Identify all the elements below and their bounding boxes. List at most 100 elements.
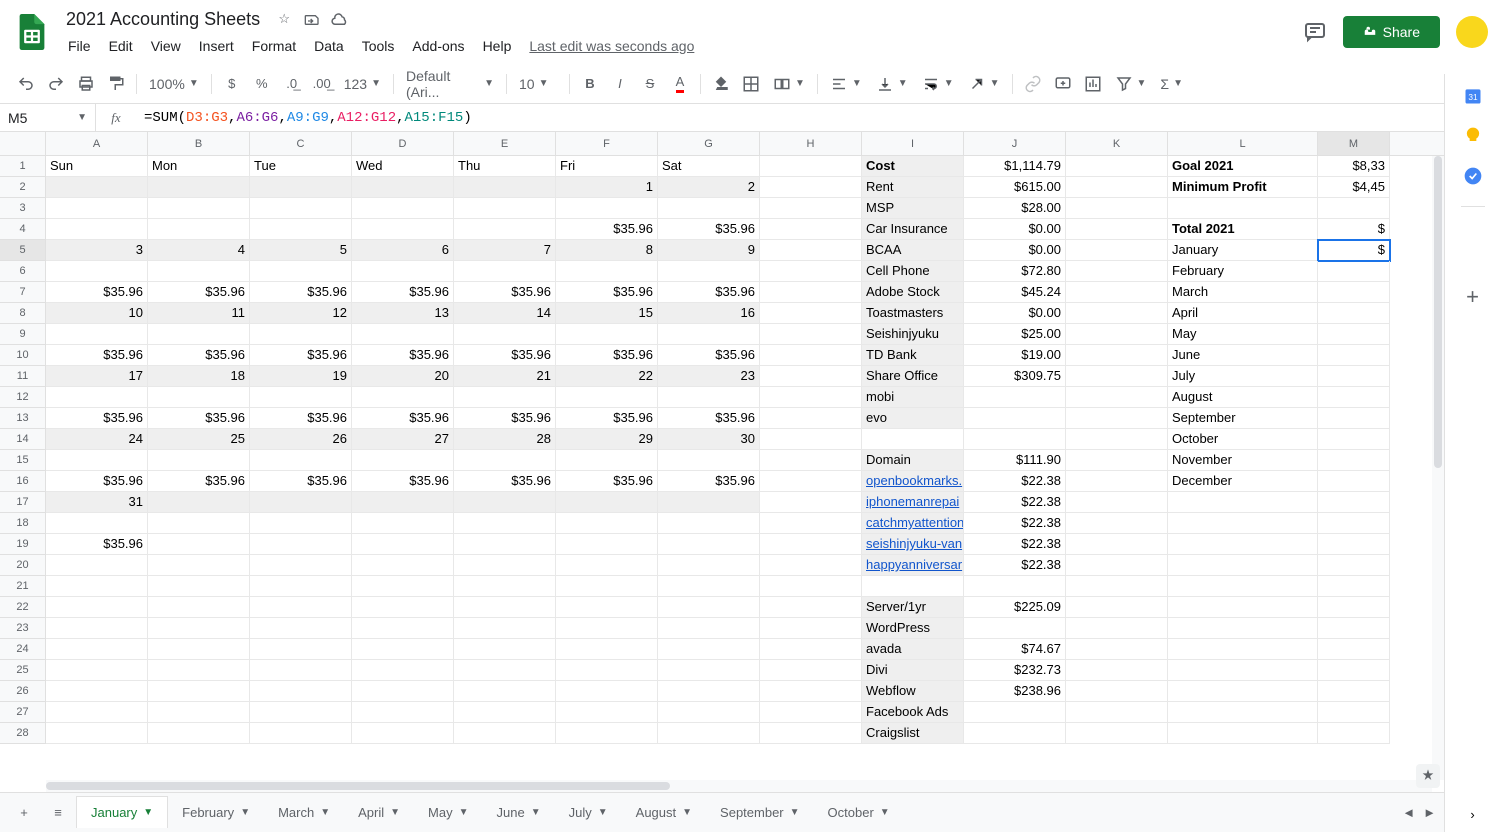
cell-G5[interactable]: 9 xyxy=(658,240,760,261)
cell-I15[interactable]: Domain xyxy=(862,450,964,471)
horizontal-scrollbar[interactable] xyxy=(46,780,1432,792)
italic-button[interactable]: I xyxy=(606,70,634,98)
cell-D2[interactable] xyxy=(352,177,454,198)
cell-I3[interactable]: MSP xyxy=(862,198,964,219)
cell-F1[interactable]: Fri xyxy=(556,156,658,177)
cell-I9[interactable]: Seishinjyuku xyxy=(862,324,964,345)
text-color-button[interactable]: A xyxy=(666,70,694,98)
col-header-G[interactable]: G xyxy=(658,132,760,155)
zoom-dropdown[interactable]: 100%▼ xyxy=(143,72,205,96)
cell-C2[interactable] xyxy=(250,177,352,198)
cell-D10[interactable]: $35.96 xyxy=(352,345,454,366)
cell-G8[interactable]: 16 xyxy=(658,303,760,324)
print-button[interactable] xyxy=(72,70,100,98)
cell-H4[interactable] xyxy=(760,219,862,240)
comments-icon[interactable] xyxy=(1303,20,1327,44)
sheet-tab-february[interactable]: February▼ xyxy=(168,797,264,828)
cell-D22[interactable] xyxy=(352,597,454,618)
cell-M3[interactable] xyxy=(1318,198,1390,219)
cell-J16[interactable]: $22.38 xyxy=(964,471,1066,492)
cell-A8[interactable]: 10 xyxy=(46,303,148,324)
cell-M11[interactable] xyxy=(1318,366,1390,387)
cell-G11[interactable]: 23 xyxy=(658,366,760,387)
cell-I27[interactable]: Facebook Ads xyxy=(862,702,964,723)
cell-B25[interactable] xyxy=(148,660,250,681)
cell-M14[interactable] xyxy=(1318,429,1390,450)
cell-B14[interactable]: 25 xyxy=(148,429,250,450)
cell-C1[interactable]: Tue xyxy=(250,156,352,177)
cell-M28[interactable] xyxy=(1318,723,1390,744)
cell-F21[interactable] xyxy=(556,576,658,597)
row-header-26[interactable]: 26 xyxy=(0,681,46,702)
row-header-17[interactable]: 17 xyxy=(0,492,46,513)
cell-F17[interactable] xyxy=(556,492,658,513)
cell-H25[interactable] xyxy=(760,660,862,681)
cell-I20[interactable]: happyanniversar xyxy=(862,555,964,576)
menu-data[interactable]: Data xyxy=(306,34,352,58)
cell-H26[interactable] xyxy=(760,681,862,702)
cell-M6[interactable] xyxy=(1318,261,1390,282)
cell-J24[interactable]: $74.67 xyxy=(964,639,1066,660)
cell-F2[interactable]: 1 xyxy=(556,177,658,198)
cell-L16[interactable]: December xyxy=(1168,471,1318,492)
cell-E24[interactable] xyxy=(454,639,556,660)
cell-I2[interactable]: Rent xyxy=(862,177,964,198)
cell-A1[interactable]: Sun xyxy=(46,156,148,177)
cell-G21[interactable] xyxy=(658,576,760,597)
cell-J6[interactable]: $72.80 xyxy=(964,261,1066,282)
cell-C26[interactable] xyxy=(250,681,352,702)
wrap-dropdown[interactable]: ▼ xyxy=(916,71,960,97)
cell-B13[interactable]: $35.96 xyxy=(148,408,250,429)
sheet-tab-april[interactable]: April▼ xyxy=(344,797,414,828)
cell-B2[interactable] xyxy=(148,177,250,198)
star-icon[interactable]: ☆ xyxy=(274,9,294,29)
font-size-dropdown[interactable]: 10▼ xyxy=(513,72,563,96)
cell-G13[interactable]: $35.96 xyxy=(658,408,760,429)
row-header-16[interactable]: 16 xyxy=(0,471,46,492)
cell-E9[interactable] xyxy=(454,324,556,345)
tasks-icon[interactable] xyxy=(1463,166,1483,186)
doc-title[interactable]: 2021 Accounting Sheets xyxy=(60,7,266,32)
cell-L13[interactable]: September xyxy=(1168,408,1318,429)
menu-insert[interactable]: Insert xyxy=(191,34,242,58)
sheet-tab-june[interactable]: June▼ xyxy=(483,797,555,828)
cell-K10[interactable] xyxy=(1066,345,1168,366)
cell-B27[interactable] xyxy=(148,702,250,723)
cell-G22[interactable] xyxy=(658,597,760,618)
cell-J22[interactable]: $225.09 xyxy=(964,597,1066,618)
cell-L25[interactable] xyxy=(1168,660,1318,681)
column-headers[interactable]: ABCDEFGHIJKLM xyxy=(0,132,1444,156)
cell-J21[interactable] xyxy=(964,576,1066,597)
add-sheet-button[interactable]: + xyxy=(8,797,40,829)
cell-A4[interactable] xyxy=(46,219,148,240)
cell-M21[interactable] xyxy=(1318,576,1390,597)
share-button[interactable]: Share xyxy=(1343,16,1440,48)
rotate-dropdown[interactable]: ▼ xyxy=(962,71,1006,97)
cell-E10[interactable]: $35.96 xyxy=(454,345,556,366)
cell-A11[interactable]: 17 xyxy=(46,366,148,387)
cell-I14[interactable] xyxy=(862,429,964,450)
cell-K15[interactable] xyxy=(1066,450,1168,471)
col-header-C[interactable]: C xyxy=(250,132,352,155)
cell-H23[interactable] xyxy=(760,618,862,639)
col-header-K[interactable]: K xyxy=(1066,132,1168,155)
row-header-9[interactable]: 9 xyxy=(0,324,46,345)
cell-F3[interactable] xyxy=(556,198,658,219)
row-header-3[interactable]: 3 xyxy=(0,198,46,219)
cell-C4[interactable] xyxy=(250,219,352,240)
cell-J11[interactable]: $309.75 xyxy=(964,366,1066,387)
cell-C12[interactable] xyxy=(250,387,352,408)
cell-L14[interactable]: October xyxy=(1168,429,1318,450)
cell-I8[interactable]: Toastmasters xyxy=(862,303,964,324)
cell-I12[interactable]: mobi xyxy=(862,387,964,408)
cell-D24[interactable] xyxy=(352,639,454,660)
sheet-scroll-left[interactable]: ◄ xyxy=(1402,805,1415,820)
cell-A20[interactable] xyxy=(46,555,148,576)
cell-C19[interactable] xyxy=(250,534,352,555)
row-header-19[interactable]: 19 xyxy=(0,534,46,555)
cell-K2[interactable] xyxy=(1066,177,1168,198)
cell-C3[interactable] xyxy=(250,198,352,219)
cell-D28[interactable] xyxy=(352,723,454,744)
cell-A10[interactable]: $35.96 xyxy=(46,345,148,366)
row-headers[interactable]: 1234567891011121314151617181920212223242… xyxy=(0,156,46,744)
